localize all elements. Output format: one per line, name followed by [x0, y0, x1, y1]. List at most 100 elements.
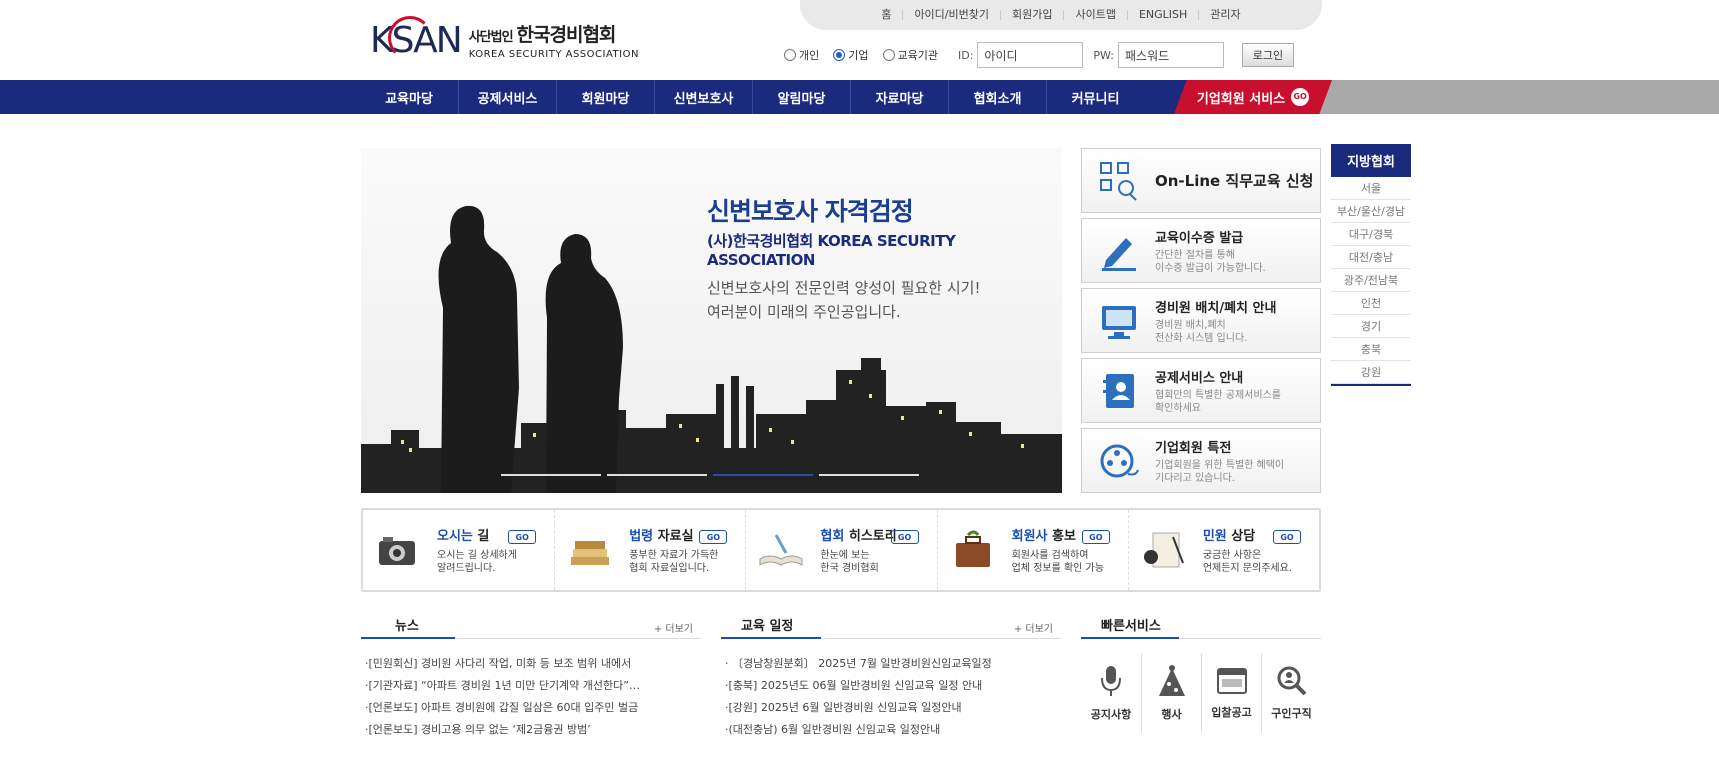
party-icon — [1158, 665, 1185, 696]
id-input[interactable]: 아이디 — [977, 42, 1084, 68]
radio-company[interactable] — [833, 49, 846, 61]
news-more-link[interactable]: + 더보기 — [654, 620, 693, 635]
camera-icon — [379, 537, 415, 565]
hero-indicator-1[interactable] — [501, 474, 601, 476]
password-input[interactable]: 패스워드 — [1117, 42, 1224, 68]
quick-service-title: 빠른서비스 — [1081, 612, 1179, 639]
quick-notice[interactable]: 공지사항 — [1081, 653, 1141, 733]
util-find-id-link[interactable]: 아이디/비번찾기 — [902, 9, 1000, 20]
local-association-menu: 지방협회 서울 부산/울산/경남 대구/경북 대전/충남 광주/전남북 인천 경… — [1331, 144, 1411, 386]
card-desc: 간단한 절차를 통해 이수증 발급이 가능합니다. — [1155, 249, 1266, 274]
nav-members[interactable]: 회원마당 — [556, 80, 654, 114]
edu-item[interactable]: ·(대전충남) 6월 일반경비원 신임교육 일정안내 — [721, 719, 1061, 741]
film-reel-icon — [1097, 439, 1141, 483]
hero-indicator-4[interactable] — [819, 474, 919, 476]
edu-item[interactable]: ·[충북] 2025년도 06월 일반경비원 신임교육 일정 안내 — [721, 675, 1061, 697]
local-item[interactable]: 강원 — [1331, 361, 1411, 384]
quick-cards: On-Line 직무교육 신청 교육이수증 발급 간단한 절차를 통해 이수증 발… — [1081, 148, 1321, 498]
open-book-icon — [759, 534, 803, 566]
quick-job[interactable]: 구인구직 — [1261, 653, 1321, 733]
hero-banner[interactable]: 신변보호사 자격검정 (사)한국경비협회 KOREA SECURITY ASSO… — [361, 148, 1062, 493]
radio-personal[interactable] — [784, 49, 796, 61]
go-badge: GO — [1291, 88, 1310, 106]
strip-law-library[interactable]: 법령 자료실 풍부한 자료가 가득한 협회 자료실입니다. GO — [554, 510, 745, 590]
site-logo[interactable]: KSAN 사단법인 한국경비협회 KOREA SECURITY ASSOCIATI… — [370, 15, 640, 63]
strip-directions[interactable]: 오시는 길 오시는 길 상세하게 알려드립니다. GO — [363, 510, 554, 590]
card-online-education[interactable]: On-Line 직무교육 신청 — [1081, 148, 1321, 213]
edu-more-link[interactable]: + 더보기 — [1014, 620, 1053, 635]
util-signup-link[interactable]: 회원가입 — [999, 9, 1063, 20]
document-pen-icon — [1143, 532, 1184, 568]
quick-event[interactable]: 행사 — [1141, 653, 1201, 733]
quick-bid[interactable]: 입찰공고 — [1201, 653, 1261, 733]
pw-label: PW: — [1093, 48, 1114, 62]
service-strip: 오시는 길 오시는 길 상세하게 알려드립니다. GO 법령 자료실 풍부한 자료… — [361, 508, 1321, 592]
util-home-link[interactable]: 홈 — [870, 9, 902, 20]
local-item[interactable]: 서울 — [1331, 177, 1411, 200]
local-item[interactable]: 인천 — [1331, 292, 1411, 315]
nav-education[interactable]: 교육마당 — [360, 80, 458, 114]
local-item[interactable]: 충북 — [1331, 338, 1411, 361]
strip-history[interactable]: 협회 히스토리 한눈에 보는 한국 경비협회 GO — [745, 510, 936, 590]
microphone-icon — [1101, 666, 1121, 696]
nav-bodyguard[interactable]: 신변보호사 — [654, 80, 752, 114]
nav-notice[interactable]: 알림마당 — [752, 80, 850, 114]
local-item[interactable]: 대전/충남 — [1331, 246, 1411, 269]
logo-korean-name: 사단법인 한국경비협회 — [468, 24, 617, 46]
login-type-personal[interactable]: 개인 — [784, 47, 819, 63]
contact-book-icon — [1097, 369, 1141, 413]
books-icon — [571, 541, 610, 565]
monitor-icon — [1097, 299, 1141, 343]
hero-indicator-3[interactable] — [713, 474, 813, 476]
briefcase-icon — [955, 530, 990, 567]
strip-civil-consult[interactable]: 민원 상담 궁금한 사항은 언제든지 문의주세요. GO — [1127, 510, 1319, 590]
radio-institution[interactable] — [882, 49, 895, 61]
util-english-link[interactable]: ENGLISH — [1126, 9, 1198, 20]
news-tab[interactable]: 뉴스 — [361, 612, 455, 639]
news-item[interactable]: ·[민원회신] 경비원 사다리 작업, 미화 등 보조 범위 내에서 — [361, 653, 701, 675]
go-button[interactable]: GO — [508, 530, 537, 544]
magnifier-person-icon — [1277, 666, 1306, 696]
news-item[interactable]: ·[기관자료] “아파트 경비원 1년 미만 단기계약 개선한다”… — [361, 675, 701, 697]
nav-mutual-aid[interactable]: 공제서비스 — [458, 80, 556, 114]
local-item[interactable]: 광주/전남북 — [1331, 269, 1411, 292]
local-item[interactable]: 부산/울산/경남 — [1331, 200, 1411, 223]
qr-icon — [1097, 159, 1141, 203]
card-mutual-aid[interactable]: 공제서비스 안내 협회만의 특별한 공제서비스를 확인하세요 — [1081, 358, 1321, 423]
pencil-icon — [1097, 229, 1141, 273]
nav-resources[interactable]: 자료마당 — [850, 80, 948, 114]
util-sitemap-link[interactable]: 사이트맵 — [1063, 9, 1126, 20]
local-item[interactable]: 대구/경북 — [1331, 223, 1411, 246]
local-association-title: 지방협회 — [1331, 144, 1411, 177]
nav-corporate-service[interactable]: 기업회원 서비스 GO — [1174, 80, 1332, 114]
go-button[interactable]: GO — [1273, 530, 1302, 544]
hero-indicators — [501, 474, 919, 476]
edu-item[interactable]: ·[강원] 2025년 6월 일반경비원 신임교육 일정안내 — [721, 697, 1061, 719]
util-admin-link[interactable]: 관리자 — [1198, 9, 1251, 20]
card-corp-benefit[interactable]: 기업회원 특전 기업회원을 위한 특별한 혜택이 기다리고 있습니다. — [1081, 428, 1321, 493]
login-type-institution[interactable]: 교육기관 — [882, 47, 938, 63]
main-nav: 교육마당 공제서비스 회원마당 신변보호사 알림마당 자료마당 협회소개 커뮤니… — [360, 80, 1144, 114]
card-desc: 협회만의 특별한 공제서비스를 확인하세요 — [1155, 389, 1281, 414]
nav-community[interactable]: 커뮤니티 — [1046, 80, 1144, 114]
edu-tab[interactable]: 교육 일정 — [721, 612, 822, 639]
hero-indicator-2[interactable] — [607, 474, 707, 476]
local-item[interactable]: 경기 — [1331, 315, 1411, 338]
news-item[interactable]: ·[언론보도] 아파트 경비원에 갑질 일삼은 60대 입주민 벌금 — [361, 697, 701, 719]
edu-item[interactable]: · 〔경남창원분회〕 2025년 7월 일반경비원신임교육일정 — [721, 653, 1061, 675]
login-form: 개인 기업 교육기관 ID: 아이디 PW: 패스워드 로그인 — [784, 42, 1294, 68]
go-button[interactable]: GO — [699, 530, 728, 544]
utility-bar: 홈 아이디/비번찾기 회원가입 사이트맵 ENGLISH 관리자 — [800, 0, 1322, 30]
news-item[interactable]: ·[언론보도] 경비고용 의무 없는 ‘제2금융권 방범’ — [361, 719, 701, 741]
strip-member-promo[interactable]: 회원사 홍보 회원사를 검색하여 업체 정보를 확인 가능 GO — [936, 510, 1128, 590]
login-type-company[interactable]: 기업 — [833, 47, 869, 63]
login-button[interactable]: 로그인 — [1241, 43, 1294, 67]
go-button[interactable]: GO — [890, 530, 919, 544]
go-button[interactable]: GO — [1081, 530, 1110, 544]
browser-window-icon — [1216, 668, 1247, 694]
card-guard-placement[interactable]: 경비원 배치/폐치 안내 경비원 배치,폐치 전산화 시스템 입니다. — [1081, 288, 1321, 353]
card-certificate[interactable]: 교육이수증 발급 간단한 절차를 통해 이수증 발급이 가능합니다. — [1081, 218, 1321, 283]
nav-about[interactable]: 협회소개 — [948, 80, 1046, 114]
logo-swoosh-icon — [388, 15, 432, 60]
logo-english-name: KOREA SECURITY ASSOCIATION — [468, 49, 639, 60]
